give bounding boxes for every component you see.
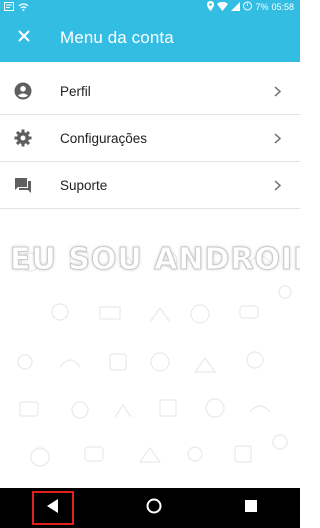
notification-icon (4, 1, 14, 13)
watermark-text: EU SOU ANDROID (9, 242, 300, 278)
app-bar: Menu da conta (0, 14, 300, 62)
battery-icon (243, 1, 253, 13)
menu-item-configuracoes[interactable]: Configurações (0, 115, 300, 162)
recents-button[interactable] (236, 493, 266, 523)
chevron-right-icon (272, 178, 282, 192)
menu-item-label: Perfil (60, 83, 91, 99)
menu-item-label: Configurações (60, 130, 148, 146)
clock: 05:58 (271, 2, 294, 12)
home-icon (146, 498, 162, 519)
status-bar: 7% 05:58 (0, 0, 300, 14)
account-menu-list: Perfil Configurações Suporte (0, 68, 300, 209)
content-area: Perfil Configurações Suporte EU SOU ANDR… (0, 62, 300, 488)
recents-icon (245, 499, 258, 517)
close-icon (18, 29, 30, 47)
wifi-icon (18, 2, 29, 13)
gear-icon (12, 127, 34, 149)
back-icon (46, 498, 59, 518)
page-title: Menu da conta (60, 28, 174, 47)
location-icon (207, 1, 215, 13)
battery-percent: 7% (255, 2, 269, 12)
close-button[interactable] (14, 28, 34, 48)
home-button[interactable] (139, 493, 169, 523)
signal-wifi-icon (217, 1, 229, 13)
watermark: EU SOU ANDROID (6, 238, 300, 288)
menu-item-suporte[interactable]: Suporte (0, 162, 300, 209)
chevron-right-icon (272, 131, 282, 145)
account-circle-icon (12, 80, 34, 102)
menu-item-perfil[interactable]: Perfil (0, 68, 300, 115)
menu-item-label: Suporte (60, 177, 108, 193)
chevron-right-icon (272, 84, 282, 98)
navigation-bar (0, 488, 300, 528)
back-button[interactable] (31, 491, 74, 525)
signal-icon (231, 1, 241, 13)
chat-icon (12, 174, 34, 196)
